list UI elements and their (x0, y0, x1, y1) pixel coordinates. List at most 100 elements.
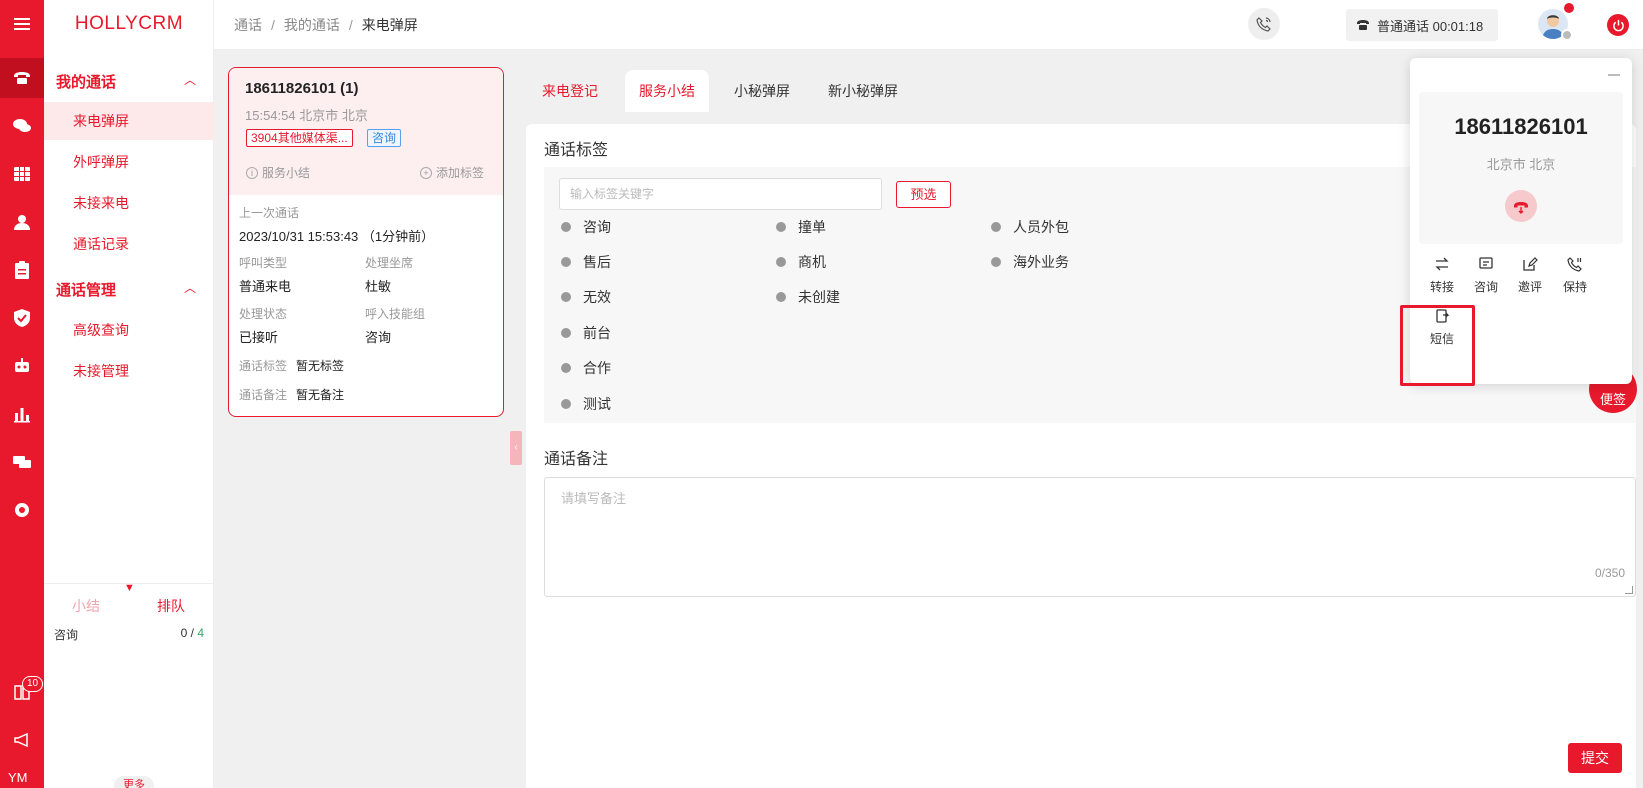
nav-item-call-records[interactable]: 通话记录 (44, 225, 214, 263)
queue-row: 咨询 0 / 4 (54, 626, 204, 643)
tab-summary[interactable]: 小结 (72, 596, 100, 616)
preselect-button[interactable]: 预选 (896, 181, 951, 208)
grid-icon[interactable] (0, 154, 44, 194)
shield-icon[interactable] (0, 298, 44, 338)
call-type-value: 普通来电 (239, 279, 292, 294)
status-indicator (1561, 29, 1573, 41)
skill-value: 咨询 (365, 330, 392, 345)
service-summary-link[interactable]: i 服务小结 (246, 164, 310, 181)
call-card[interactable]: 18611826101 (1) 15:54:54 北京市 北京 3904其他媒体… (228, 67, 504, 417)
call-remark-value: 暂无备注 (296, 388, 345, 402)
minimize-icon[interactable] (1608, 74, 1620, 76)
more-button[interactable]: 更多 (114, 776, 154, 788)
brand-logo: HOLLYCRM (74, 13, 184, 34)
channel-tag: 3904其他媒体渠... (246, 129, 353, 147)
queue-count: 0 / 4 (180, 626, 204, 640)
invite-review-button[interactable]: 邀评 (1510, 256, 1550, 295)
filter-icon[interactable]: ▼ (124, 582, 135, 594)
call-tag-value: 暂无标签 (296, 359, 345, 373)
status-label: 处理状态 (239, 307, 288, 321)
tag-option[interactable]: 前台 (561, 323, 611, 343)
submit-button[interactable]: 提交 (1568, 743, 1622, 773)
add-tag-link[interactable]: + 添加标签 (420, 164, 484, 181)
gear-icon[interactable] (0, 490, 44, 530)
popup-caller-location: 北京市 北京 (1486, 157, 1556, 172)
tag-search-input[interactable]: 输入标签关键字 (559, 178, 882, 210)
remark-char-count: 0/350 (1594, 566, 1625, 580)
breadcrumb-item[interactable]: 通话 (234, 17, 262, 33)
popup-caller-number: 18611826101 (1454, 114, 1588, 139)
chevron-up-icon: ︿ (184, 281, 197, 295)
tag-option[interactable]: 无效 (561, 287, 611, 307)
tag-option[interactable]: 合作 (561, 358, 611, 378)
agent-label: 处理坐席 (365, 256, 414, 270)
megaphone-icon[interactable] (0, 720, 44, 760)
tab-new-secretary-popup[interactable]: 新小秘弹屏 (814, 70, 912, 112)
tag-option[interactable]: 撞单 (776, 217, 826, 237)
robot-icon[interactable] (0, 346, 44, 386)
hangup-icon[interactable] (1505, 190, 1537, 222)
collapse-handle[interactable]: ‹ (510, 431, 522, 465)
breadcrumb: 通话 / 我的通话 / 来电弹屏 (234, 17, 418, 33)
tag-option[interactable]: 售后 (561, 252, 611, 272)
consult-button[interactable]: 咨询 (1466, 256, 1506, 295)
nav-item-outgoing-popup[interactable]: 外呼弹屏 (44, 143, 214, 181)
breadcrumb-item[interactable]: 我的通话 (284, 17, 340, 33)
nav-item-missed-calls[interactable]: 未接来电 (44, 184, 214, 222)
phone-icon[interactable] (0, 58, 44, 98)
caller-info-box: 18611826101 北京市 北京 (1419, 92, 1623, 244)
hold-button[interactable]: 保持 (1555, 256, 1595, 295)
tab-secretary-popup[interactable]: 小秘弹屏 (720, 70, 804, 112)
phone-call-icon[interactable] (1248, 8, 1280, 40)
nav-item-incoming-popup[interactable]: 来电弹屏 (44, 102, 214, 140)
avatar-notification-dot (1564, 3, 1574, 13)
clipboard-icon[interactable] (0, 250, 44, 290)
resize-handle-icon[interactable] (1625, 586, 1633, 594)
remark-textarea[interactable]: 请填写备注 0/350 (544, 477, 1636, 597)
tag-option[interactable]: 商机 (776, 252, 826, 272)
tag-option[interactable]: 海外业务 (991, 252, 1069, 272)
tag-option[interactable]: 咨询 (561, 217, 611, 237)
skill-label: 呼入技能组 (365, 307, 426, 321)
call-remark-title: 通话备注 (544, 451, 609, 468)
messages-icon[interactable] (0, 442, 44, 482)
last-call-value: 2023/10/31 15:53:43 （1分钟前） (239, 229, 435, 244)
info-icon: i (246, 166, 258, 179)
queue-name: 咨询 (54, 628, 79, 642)
tag-option[interactable]: 人员外包 (991, 217, 1069, 237)
user-initials: YM (8, 770, 28, 785)
menu-icon[interactable] (0, 4, 44, 44)
call-time-location: 15:54:54 北京市 北京 (245, 108, 368, 123)
transfer-icon (1435, 257, 1449, 271)
edit-icon (1523, 257, 1538, 271)
notification-badge: 10 (22, 676, 44, 692)
tag-option[interactable]: 未创建 (776, 287, 840, 307)
tab-queue[interactable]: 排队 (157, 596, 185, 616)
nav-group-my-calls[interactable]: 我的通话 ︿ (56, 71, 196, 92)
last-call-label: 上一次通话 (239, 206, 300, 220)
user-icon[interactable] (0, 202, 44, 242)
plus-icon: + (420, 166, 432, 179)
book-icon[interactable]: 10 (0, 672, 44, 712)
remark-placeholder: 请填写备注 (561, 491, 627, 506)
power-icon[interactable] (1607, 14, 1629, 36)
tag-option[interactable]: 测试 (561, 394, 611, 414)
skill-tag: 咨询 (367, 129, 402, 147)
tab-service-summary[interactable]: 服务小结 (625, 70, 709, 112)
nav-group-call-management[interactable]: 通话管理 ︿ (56, 279, 196, 300)
nav-item-missed-management[interactable]: 未接管理 (44, 352, 214, 390)
nav-item-advanced-query[interactable]: 高级查询 (44, 311, 214, 349)
agent-value: 杜敏 (365, 279, 392, 294)
nav-group-label: 通话管理 (56, 282, 117, 299)
phone-hold-icon (1567, 257, 1582, 272)
chat-icon[interactable] (0, 106, 44, 146)
bar-chart-icon[interactable] (0, 394, 44, 434)
call-status-pill[interactable]: 普通通话 00:01:18 (1346, 9, 1498, 41)
tab-incoming-registration[interactable]: 来电登记 (528, 70, 612, 112)
call-remark-label: 通话备注 (239, 388, 288, 402)
left-icon-rail: 10 YM (0, 0, 44, 788)
queue-panel: ▼ 小结 排队 咨询 0 / 4 (44, 582, 214, 642)
transfer-button[interactable]: 转接 (1422, 256, 1462, 295)
call-tags-title: 通话标签 (544, 142, 609, 159)
caller-number: 18611826101 (1) (245, 80, 359, 97)
